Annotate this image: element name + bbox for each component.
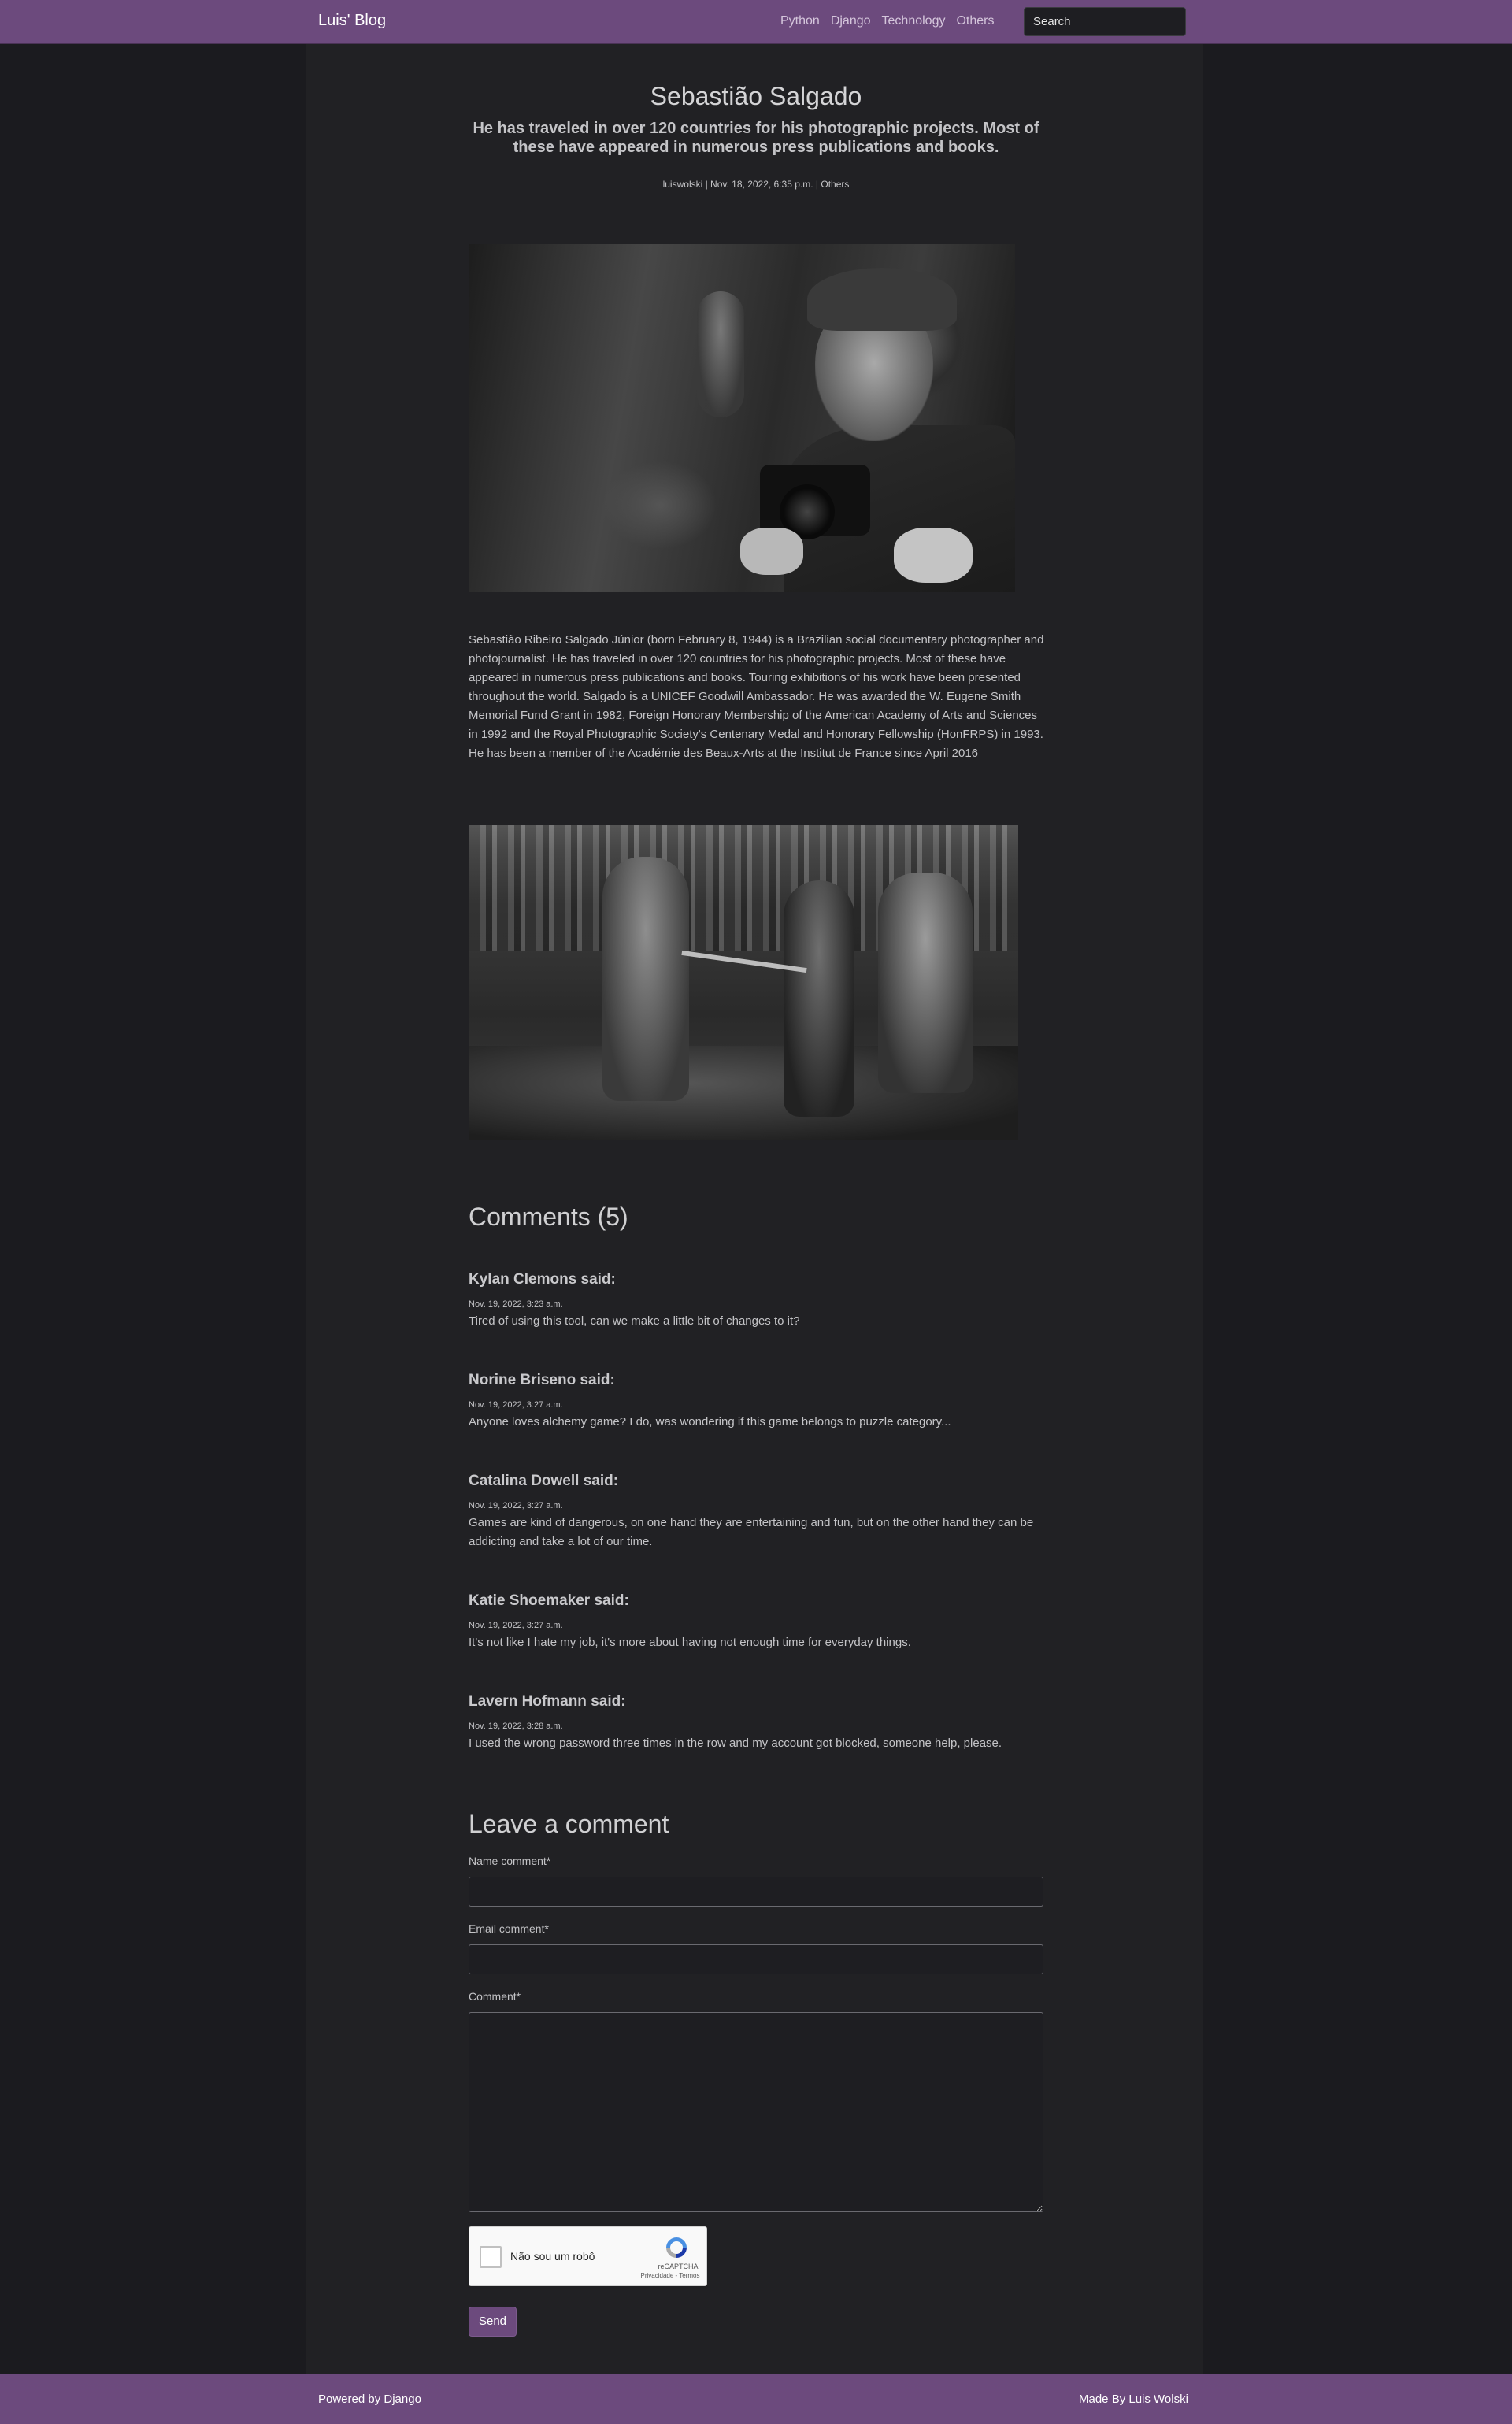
nav-links: Python Django Technology Others (780, 14, 1005, 28)
comment-date: Nov. 19, 2022, 3:27 a.m. (469, 1400, 563, 1410)
post-title: Sebastião Salgado (650, 82, 862, 110)
comment-item: Katie Shoemaker said: Nov. 19, 2022, 3:2… (469, 1592, 1051, 1652)
send-button[interactable]: Send (469, 2307, 517, 2337)
navbar: Luis' Blog Python Django Technology Othe… (0, 0, 1512, 44)
email-field[interactable] (469, 1944, 1043, 1974)
comment-text: Anyone loves alchemy game? I do, was won… (469, 1415, 951, 1429)
comment-date: Nov. 19, 2022, 3:23 a.m. (469, 1299, 563, 1309)
post-subtitle: He has traveled in over 120 countries fo… (472, 120, 1040, 156)
footer-powered-by: Powered by Django (318, 2392, 421, 2406)
nav-link-python[interactable]: Python (780, 14, 820, 28)
footer-made-by: Made By Luis Wolski (1079, 2392, 1188, 2406)
nav-link-others[interactable]: Others (956, 14, 994, 28)
comment-text: Games are kind of dangerous, on one hand… (469, 1516, 1034, 1548)
email-label: Email comment* (469, 1922, 549, 1935)
recaptcha-brand: reCAPTCHA (658, 2263, 699, 2270)
comment-item: Norine Briseno said: Nov. 19, 2022, 3:27… (469, 1372, 1051, 1432)
comment-textarea[interactable] (469, 2012, 1043, 2212)
recaptcha-logo-icon (666, 2237, 687, 2258)
post-photo-portrait (469, 244, 1015, 592)
footer: Powered by Django Made By Luis Wolski (0, 2374, 1512, 2424)
comments-title: Comments (5) (469, 1203, 628, 1231)
name-label: Name comment* (469, 1855, 551, 1867)
recaptcha-checkbox[interactable] (480, 2246, 502, 2268)
comment-author: Katie Shoemaker said: (469, 1592, 629, 1609)
nav-link-django[interactable]: Django (831, 14, 871, 28)
recaptcha-label: Não sou um robô (510, 2250, 595, 2263)
comment-author: Norine Briseno said: (469, 1372, 615, 1388)
comment-date: Nov. 19, 2022, 3:28 a.m. (469, 1722, 563, 1731)
leave-comment-title: Leave a comment (469, 1810, 669, 1838)
comment-item: Catalina Dowell said: Nov. 19, 2022, 3:2… (469, 1473, 1051, 1551)
comment-text: Tired of using this tool, can we make a … (469, 1314, 800, 1328)
recaptcha-terms-link[interactable]: Privacidade - Termos (635, 2272, 706, 2279)
comment-date: Nov. 19, 2022, 3:27 a.m. (469, 1501, 563, 1510)
post-meta: luiswolski | Nov. 18, 2022, 6:35 p.m. | … (662, 179, 850, 190)
search-input[interactable] (1024, 7, 1186, 36)
comment-author: Lavern Hofmann said: (469, 1693, 626, 1710)
post-body: Sebastião Ribeiro Salgado Júnior (born F… (469, 633, 1044, 760)
comment-item: Lavern Hofmann said: Nov. 19, 2022, 3:28… (469, 1693, 1051, 1753)
post-photo-miners (469, 825, 1018, 1140)
comment-label: Comment* (469, 1990, 521, 2003)
comment-text: I used the wrong password three times in… (469, 1736, 1002, 1750)
recaptcha-widget: Não sou um robô reCAPTCHA Privacidade - … (469, 2226, 707, 2286)
name-field[interactable] (469, 1877, 1043, 1907)
brand-link[interactable]: Luis' Blog (318, 12, 386, 30)
nav-link-technology[interactable]: Technology (882, 14, 946, 28)
comment-date: Nov. 19, 2022, 3:27 a.m. (469, 1621, 563, 1630)
comment-item: Kylan Clemons said: Nov. 19, 2022, 3:23 … (469, 1271, 1051, 1331)
comment-author: Kylan Clemons said: (469, 1271, 616, 1288)
comment-author: Catalina Dowell said: (469, 1473, 619, 1489)
comment-text: It's not like I hate my job, it's more a… (469, 1636, 911, 1649)
